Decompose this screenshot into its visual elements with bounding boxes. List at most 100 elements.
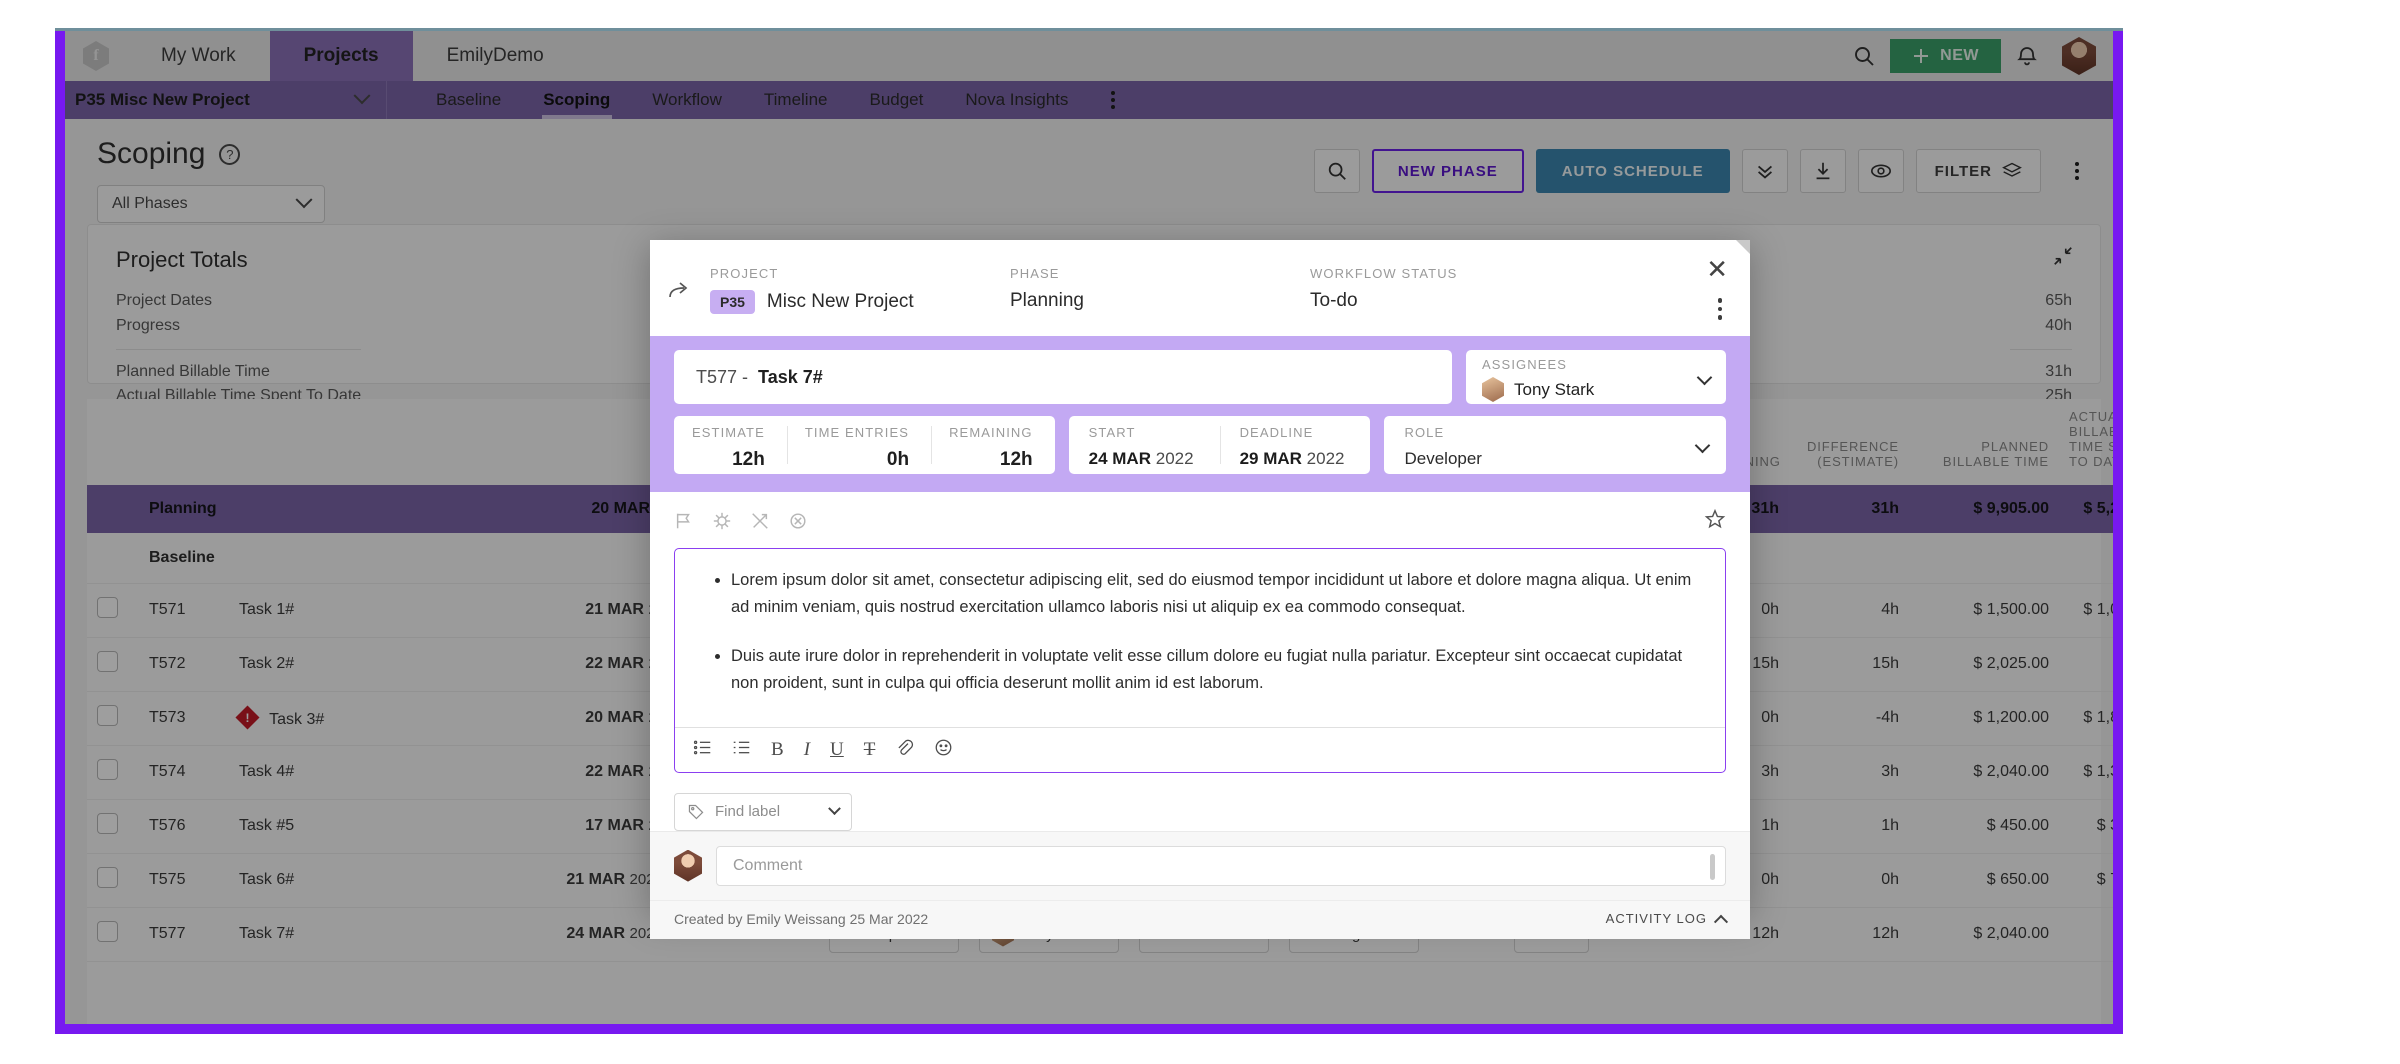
bug-icon[interactable] (712, 511, 732, 536)
new-button[interactable]: NEW (1890, 39, 2001, 73)
modal-phase-value: Planning (1010, 290, 1084, 311)
auto-schedule-button[interactable]: AUTO SCHEDULE (1535, 149, 1730, 193)
tab-baseline[interactable]: Baseline (415, 81, 522, 119)
comment-scrollbar[interactable] (1710, 853, 1715, 880)
row-name: Task 7# (229, 907, 529, 962)
help-icon[interactable]: ? (219, 143, 241, 165)
tab-workflow[interactable]: Workflow (631, 81, 743, 119)
modal-project-value: P35 Misc New Project (710, 290, 1010, 314)
tab-budget[interactable]: Budget (848, 81, 944, 119)
project-tabs: Baseline Scoping Workflow Timeline Budge… (387, 81, 1137, 119)
filter-button[interactable]: FILTER (1915, 149, 2041, 193)
bell-icon[interactable] (2001, 31, 2053, 81)
row-checkbox[interactable] (97, 759, 118, 780)
underline-icon[interactable]: U (830, 739, 844, 761)
emoji-icon[interactable] (934, 738, 953, 762)
assignees-select[interactable]: ASSIGNEES Tony Stark (1466, 350, 1726, 404)
dependency-icon[interactable] (750, 511, 770, 536)
created-by-text: Created by Emily Weissang 25 Mar 2022 (674, 910, 929, 927)
label-select[interactable]: Find label (674, 792, 852, 831)
row-name: Task 3# (229, 691, 529, 746)
modal-more-icon[interactable] (1717, 298, 1722, 320)
row-checkbox[interactable] (97, 921, 118, 942)
nav-tab-my-work[interactable]: My Work (127, 31, 270, 81)
attachment-icon[interactable] (895, 738, 914, 762)
chevron-down-icon (353, 87, 371, 105)
star-icon[interactable] (1704, 508, 1726, 535)
row-checkbox[interactable] (97, 597, 118, 618)
strikethrough-icon[interactable]: T (864, 739, 876, 761)
nav-tab-emilydemo[interactable]: EmilyDemo (413, 31, 578, 81)
task-detail-modal: PROJECT P35 Misc New Project PHASE Plann… (650, 240, 1750, 939)
phase-row-checkbox-cell (87, 485, 139, 533)
search-icon[interactable] (1838, 31, 1890, 81)
row-start-day: 20 MAR (585, 709, 644, 726)
row-planned-billable: $ 2,040.00 (1909, 745, 2059, 800)
phase-start-day: 20 MAR (591, 500, 651, 517)
remaining-field[interactable]: REMAINING 12h (931, 416, 1055, 474)
tab-scoping[interactable]: Scoping (522, 81, 631, 119)
group-row-name: Baseline (139, 533, 529, 584)
comment-input[interactable]: Comment (716, 845, 1726, 886)
nav-tab-projects[interactable]: Projects (269, 31, 413, 81)
row-name-text: Task 1# (239, 601, 295, 618)
description-editor[interactable]: Lorem ipsum dolor sit amet, consectetur … (674, 548, 1726, 773)
row-checkbox[interactable] (97, 867, 118, 888)
assignee-avatar (1482, 377, 1504, 402)
user-avatar[interactable] (2053, 31, 2105, 81)
totals-value-progress: 40h (2045, 316, 2072, 334)
phase-filter-select[interactable]: All Phases (97, 185, 325, 223)
bullet-list-icon[interactable] (732, 738, 751, 762)
page-more-icon[interactable] (2053, 162, 2101, 180)
start-value: 24 MAR 2022 (1089, 449, 1194, 469)
role-select-modal[interactable]: ROLE Developer (1384, 416, 1726, 474)
time-entries-field[interactable]: TIME ENTRIES 0h (786, 416, 931, 474)
eye-icon[interactable] (1857, 149, 1904, 193)
flag-icon[interactable] (674, 511, 694, 536)
task-dates-group: START 24 MAR 2022 DEADLINE 29 MAR 2022 (1068, 416, 1371, 474)
deadline-year: 2022 (1306, 449, 1345, 468)
bold-icon[interactable]: B (771, 739, 784, 761)
row-start-day: 22 MAR (585, 655, 644, 672)
project-selector-label: P35 Misc New Project (75, 90, 250, 109)
app-logo[interactable]: f (65, 31, 127, 81)
tab-nova-insights[interactable]: Nova Insights (944, 81, 1089, 119)
estimate-field[interactable]: ESTIMATE 12h (674, 416, 787, 474)
new-phase-button[interactable]: NEW PHASE (1371, 149, 1524, 193)
download-icon[interactable] (1799, 149, 1846, 193)
time-entries-label: TIME ENTRIES (804, 425, 910, 440)
close-icon[interactable]: ✕ (1706, 256, 1728, 282)
row-checkbox[interactable] (97, 705, 118, 726)
activity-log-toggle[interactable]: ACTIVITY LOG (1606, 911, 1729, 929)
italic-icon[interactable]: I (804, 739, 810, 761)
row-id: T575 (139, 853, 229, 908)
share-arrow-icon[interactable] (650, 266, 710, 302)
numbered-list-icon[interactable] (693, 738, 712, 762)
phase-row-name: Planning (139, 485, 529, 533)
task-title-input[interactable]: T577 - Task 7# (674, 350, 1452, 404)
page-title-text: Scoping (97, 137, 206, 170)
description-content[interactable]: Lorem ipsum dolor sit amet, consectetur … (675, 549, 1725, 727)
modal-task-row-2: ESTIMATE 12h TIME ENTRIES 0h REMAINING 1… (674, 416, 1726, 474)
blocked-icon[interactable] (788, 511, 808, 536)
row-checkbox[interactable] (97, 813, 118, 834)
row-difference: 15h (1789, 637, 1909, 692)
double-chevron-down-icon[interactable] (1741, 149, 1788, 193)
row-planned-billable: $ 2,040.00 (1909, 907, 2059, 962)
table-search-icon[interactable] (1313, 149, 1360, 193)
tab-timeline[interactable]: Timeline (743, 81, 849, 119)
topbar-actions: NEW (1838, 31, 2123, 81)
filter-button-label: FILTER (1934, 162, 1992, 180)
collapse-icon[interactable] (2052, 245, 2074, 272)
start-date-field[interactable]: START 24 MAR 2022 (1069, 416, 1220, 474)
modal-header: PROJECT P35 Misc New Project PHASE Plann… (650, 240, 1750, 336)
comment-placeholder: Comment (733, 856, 803, 874)
project-tabs-more-icon[interactable] (1089, 81, 1137, 119)
row-checkbox-cell (87, 583, 139, 638)
deadline-field[interactable]: DEADLINE 29 MAR 2022 (1219, 416, 1371, 474)
row-checkbox[interactable] (97, 651, 118, 672)
row-start-day: 21 MAR (566, 871, 626, 888)
estimate-label: ESTIMATE (692, 425, 765, 440)
project-selector[interactable]: P35 Misc New Project (65, 81, 387, 119)
